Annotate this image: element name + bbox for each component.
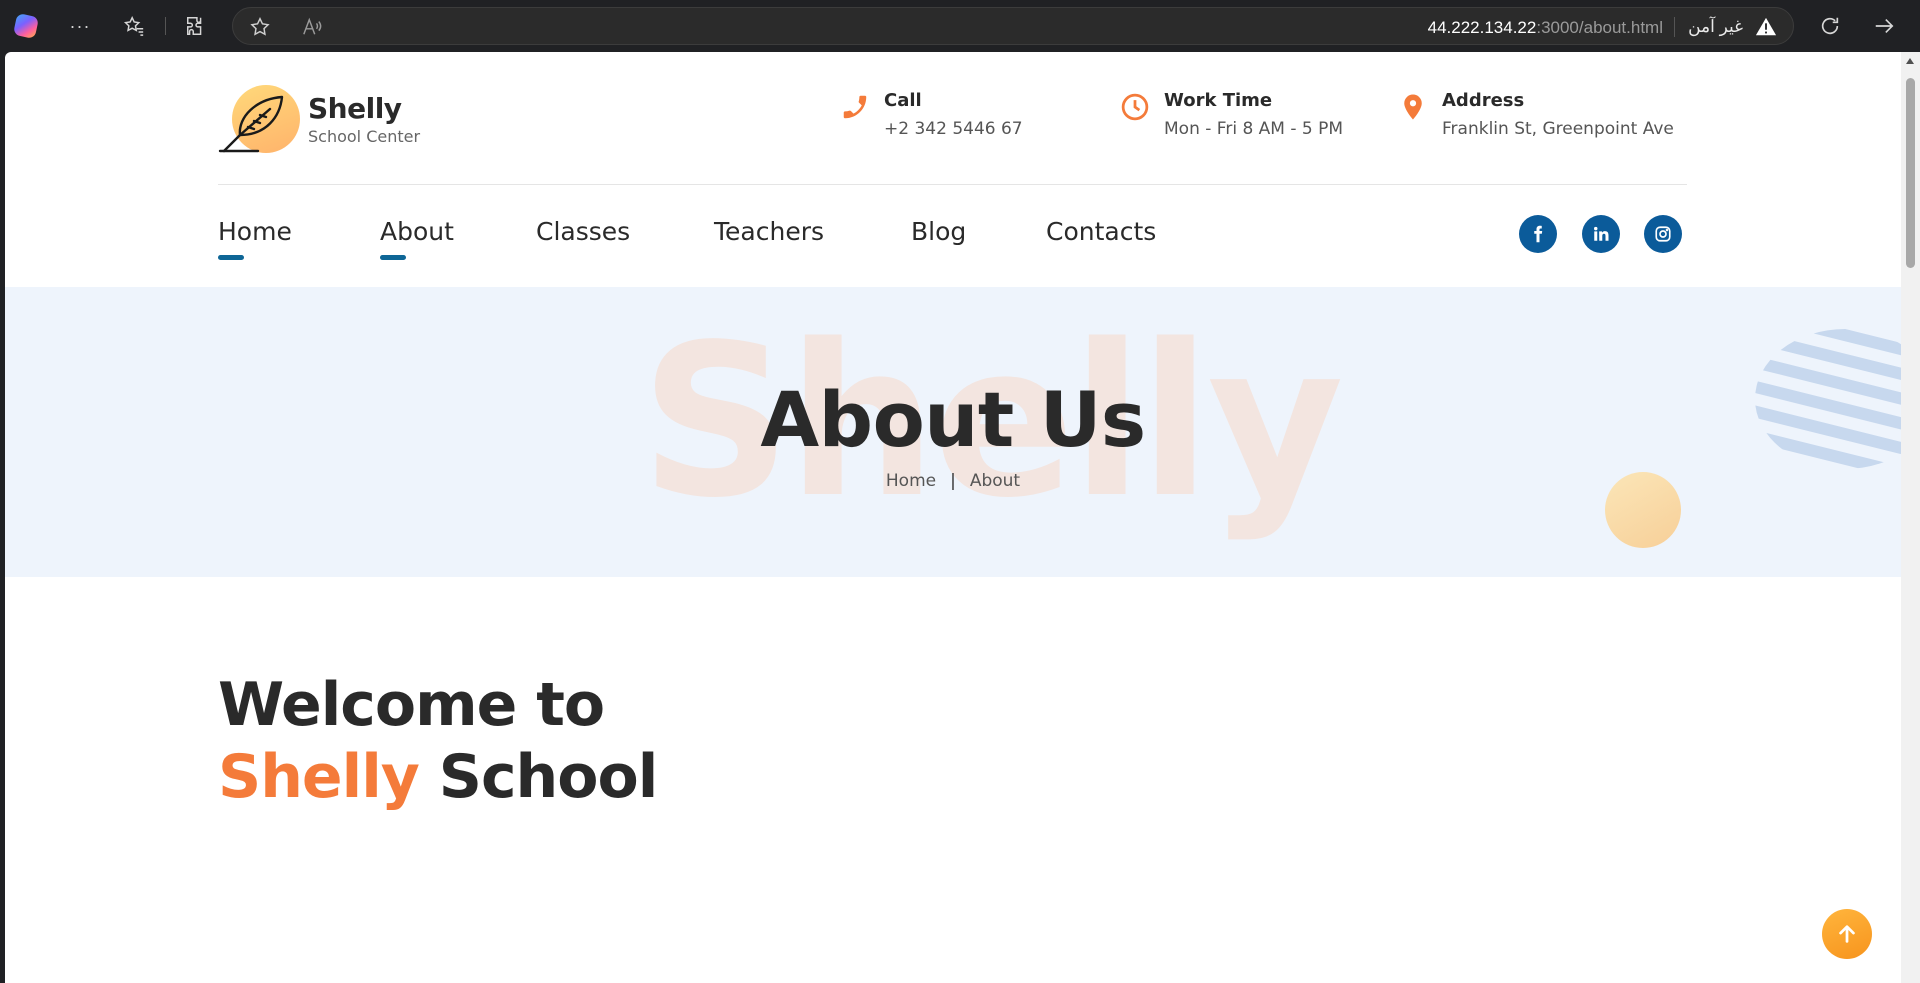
nav-active-underline bbox=[218, 255, 244, 260]
vertical-scrollbar[interactable] bbox=[1901, 52, 1920, 983]
welcome-heading: Welcome to Shelly School bbox=[218, 669, 659, 813]
url-path: :3000/about.html bbox=[1536, 18, 1663, 37]
breadcrumb-separator: | bbox=[950, 471, 956, 491]
page-hero: Shelly About Us Home | About bbox=[5, 287, 1901, 577]
phone-icon bbox=[840, 92, 870, 122]
toolbar-divider bbox=[165, 17, 166, 35]
welcome-highlight: Shelly bbox=[218, 742, 420, 812]
nav-item-classes[interactable]: Classes bbox=[536, 217, 630, 246]
breadcrumb-current: About bbox=[969, 471, 1021, 491]
call-number[interactable]: +2 342 5446 67 bbox=[884, 119, 1023, 139]
site-logo[interactable]: Shelly School Center bbox=[218, 83, 420, 157]
url-text[interactable]: 44.222.134.22:3000/about.html bbox=[1428, 18, 1663, 38]
nav-item-blog[interactable]: Blog bbox=[911, 217, 966, 246]
favorites-icon[interactable] bbox=[122, 14, 146, 38]
work-time-value: Mon - Fri 8 AM - 5 PM bbox=[1164, 119, 1344, 139]
address-bar[interactable]: 44.222.134.22:3000/about.html غير آمن bbox=[232, 7, 1794, 45]
scroll-up-arrow-icon[interactable] bbox=[1906, 58, 1914, 64]
logo-title: Shelly bbox=[308, 92, 402, 126]
url-host: 44.222.134.22 bbox=[1427, 18, 1537, 37]
add-favorite-star-icon[interactable] bbox=[249, 16, 271, 38]
scrollbar-thumb[interactable] bbox=[1906, 78, 1915, 268]
page-viewport: Shelly School Center Call +2 342 5446 67… bbox=[5, 52, 1920, 983]
clock-icon bbox=[1120, 92, 1150, 122]
instagram-icon[interactable] bbox=[1644, 215, 1682, 253]
nav-item-teachers[interactable]: Teachers bbox=[714, 217, 824, 246]
logo-subtitle: School Center bbox=[308, 126, 421, 146]
call-label: Call bbox=[884, 90, 922, 111]
breadcrumb: Home | About bbox=[5, 471, 1901, 491]
linkedin-icon[interactable] bbox=[1582, 215, 1620, 253]
forward-arrow-icon[interactable] bbox=[1872, 14, 1896, 38]
security-status-label[interactable]: غير آمن bbox=[1688, 17, 1743, 37]
welcome-line1: Welcome to bbox=[218, 670, 605, 740]
back-to-top-button[interactable] bbox=[1822, 909, 1872, 959]
work-time-label: Work Time bbox=[1164, 90, 1273, 111]
more-options-icon[interactable]: ··· bbox=[68, 14, 92, 38]
facebook-icon[interactable] bbox=[1519, 215, 1557, 253]
address-value: Franklin St, Greenpoint Ave bbox=[1442, 119, 1674, 139]
browser-toolbar: ··· 44.222.134.22:3000/about.html غير آم… bbox=[0, 0, 1920, 52]
refresh-icon[interactable] bbox=[1818, 14, 1842, 38]
arrow-up-icon bbox=[1839, 925, 1855, 943]
breadcrumb-home-link[interactable]: Home bbox=[886, 471, 936, 491]
contact-call: Call +2 342 5446 67 bbox=[840, 90, 1023, 139]
contact-address: Address Franklin St, Greenpoint Ave bbox=[1398, 90, 1674, 139]
copilot-icon[interactable] bbox=[12, 12, 40, 40]
nav-item-contacts[interactable]: Contacts bbox=[1046, 217, 1156, 246]
welcome-rest: School bbox=[438, 742, 659, 812]
address-label: Address bbox=[1442, 90, 1525, 111]
nav-item-home[interactable]: Home bbox=[218, 217, 292, 260]
contact-work-time: Work Time Mon - Fri 8 AM - 5 PM bbox=[1120, 90, 1343, 139]
nav-item-about[interactable]: About bbox=[380, 217, 454, 260]
warning-icon[interactable] bbox=[1755, 16, 1777, 38]
url-divider bbox=[1674, 17, 1675, 37]
map-pin-icon bbox=[1398, 92, 1428, 122]
page-title: About Us bbox=[760, 375, 1146, 464]
feather-logo-icon bbox=[218, 83, 304, 157]
nav-active-underline bbox=[380, 255, 406, 260]
header-divider bbox=[218, 184, 1687, 185]
read-aloud-icon[interactable] bbox=[301, 17, 323, 37]
extensions-icon[interactable] bbox=[184, 14, 208, 38]
